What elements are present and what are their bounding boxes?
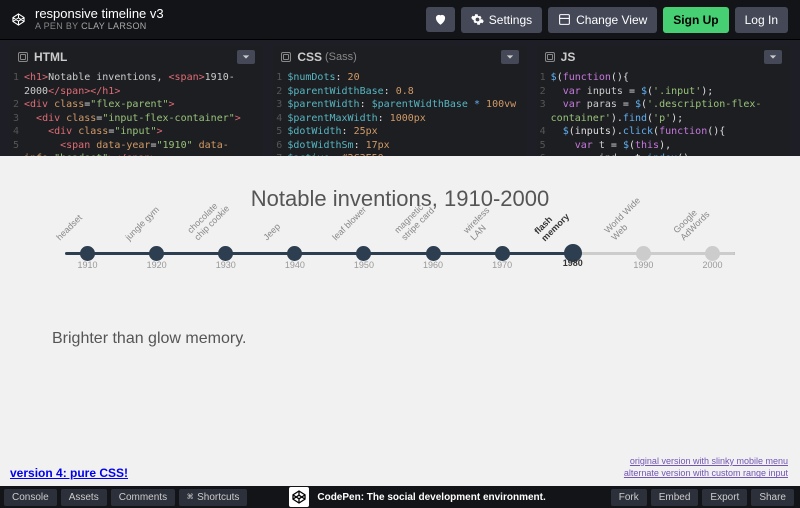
css-pane-header[interactable]: CSS (Sass) <box>273 46 526 68</box>
pane-menu-button[interactable] <box>764 50 782 64</box>
timeline-dot-2000[interactable]: Google AdWords2000 <box>705 246 720 261</box>
pane-icon <box>545 52 555 62</box>
pane-subtitle: (Sass) <box>325 51 357 63</box>
timeline: headset1910jungle gym1920chocolate chip … <box>80 252 720 270</box>
timeline-dot-1990[interactable]: World Wide Web1990 <box>636 246 651 261</box>
pane-icon <box>281 52 291 62</box>
timeline-dot-1970[interactable]: wireless LAN1970 <box>495 246 510 261</box>
footer-tab-comments[interactable]: Comments <box>111 489 175 506</box>
timeline-year: 1970 <box>492 260 512 270</box>
chevron-down-icon <box>769 53 777 61</box>
js-pane: JS 1$(function(){2 var inputs = $('.inpu… <box>537 46 790 156</box>
pane-menu-button[interactable] <box>501 50 519 64</box>
timeline-dot-1950[interactable]: leaf blower1950 <box>356 246 371 261</box>
alternate-version-link[interactable]: alternate version with custom range inpu… <box>624 467 788 480</box>
version4-link: version 4: pure CSS! <box>10 466 128 480</box>
chevron-down-icon <box>242 53 250 61</box>
footer-tab-shortcuts[interactable]: ⌘ Shortcuts <box>179 489 247 506</box>
timeline-year: 1910 <box>77 260 97 270</box>
css-editor[interactable]: 1$numDots: 202$parentWidthBase: 0.83$par… <box>273 68 526 156</box>
layout-icon <box>558 13 571 26</box>
pane-menu-button[interactable] <box>237 50 255 64</box>
original-version-link[interactable]: original version with slinky mobile menu <box>624 455 788 468</box>
alt-links: original version with slinky mobile menu… <box>624 455 788 480</box>
timeline-dot-1920[interactable]: jungle gym1920 <box>149 246 164 261</box>
heart-button[interactable] <box>426 7 455 32</box>
footer-tab-export[interactable]: Export <box>702 489 747 506</box>
timeline-year: 1930 <box>216 260 236 270</box>
footer-tab-console[interactable]: Console <box>4 489 57 506</box>
timeline-year: 1950 <box>354 260 374 270</box>
footer-bar: ConsoleAssetsComments⌘ Shortcuts CodePen… <box>0 486 800 508</box>
header-bar: responsive timeline v3 A PEN BY Clay Lar… <box>0 0 800 40</box>
html-editor[interactable]: 1<h1>Notable inventions, <span>1910-2000… <box>10 68 263 156</box>
pane-icon <box>18 52 28 62</box>
footer-tab-fork[interactable]: Fork <box>611 489 647 506</box>
html-pane: HTML 1<h1>Notable inventions, <span>1910… <box>10 46 263 156</box>
js-pane-header[interactable]: JS <box>537 46 790 68</box>
timeline-year: 1940 <box>285 260 305 270</box>
pane-title: CSS <box>297 50 322 64</box>
timeline-year: 1920 <box>147 260 167 270</box>
timeline-dot-1910[interactable]: headset1910 <box>80 246 95 261</box>
chevron-down-icon <box>506 53 514 61</box>
timeline-description: Brighter than glow memory. <box>0 270 800 348</box>
preview-area: Notable inventions, 1910-2000 headset191… <box>0 156 800 486</box>
settings-button[interactable]: Settings <box>461 7 542 33</box>
pen-title: responsive timeline v3 <box>35 7 420 21</box>
footer-ad-text: CodePen: The social development environm… <box>317 492 545 503</box>
title-block: responsive timeline v3 A PEN BY Clay Lar… <box>35 7 420 31</box>
heart-icon <box>434 13 447 26</box>
footer-tab-share[interactable]: Share <box>751 489 794 506</box>
timeline-dot-1940[interactable]: Jeep1940 <box>287 246 302 261</box>
timeline-year: 2000 <box>702 260 722 270</box>
login-button[interactable]: Log In <box>735 7 788 33</box>
timeline-year: 1990 <box>633 260 653 270</box>
timeline-dot-1980[interactable]: flash memory1980 <box>564 244 582 262</box>
codepen-logo-icon <box>289 487 309 507</box>
footer-ad[interactable]: CodePen: The social development environm… <box>289 487 545 507</box>
timeline-dot-1930[interactable]: chocolate chip cookie1930 <box>218 246 233 261</box>
signup-button[interactable]: Sign Up <box>663 7 728 33</box>
pen-byline: A PEN BY Clay Larson <box>35 22 420 32</box>
codepen-logo-icon <box>12 13 25 26</box>
pane-title: HTML <box>34 50 67 64</box>
footer-tab-embed[interactable]: Embed <box>651 489 699 506</box>
gear-icon <box>471 13 484 26</box>
timeline-dot-1960[interactable]: magnetic stripe card1960 <box>426 246 441 261</box>
css-pane: CSS (Sass) 1$numDots: 202$parentWidthBas… <box>273 46 526 156</box>
pane-title: JS <box>561 50 576 64</box>
footer-tab-assets[interactable]: Assets <box>61 489 107 506</box>
timeline-year: 1980 <box>563 258 583 268</box>
js-editor[interactable]: 1$(function(){2 var inputs = $('.input')… <box>537 68 790 156</box>
html-pane-header[interactable]: HTML <box>10 46 263 68</box>
timeline-year: 1960 <box>423 260 443 270</box>
author-link[interactable]: Clay Larson <box>81 21 147 31</box>
change-view-button[interactable]: Change View <box>548 7 657 33</box>
editor-row: HTML 1<h1>Notable inventions, <span>1910… <box>0 40 800 156</box>
